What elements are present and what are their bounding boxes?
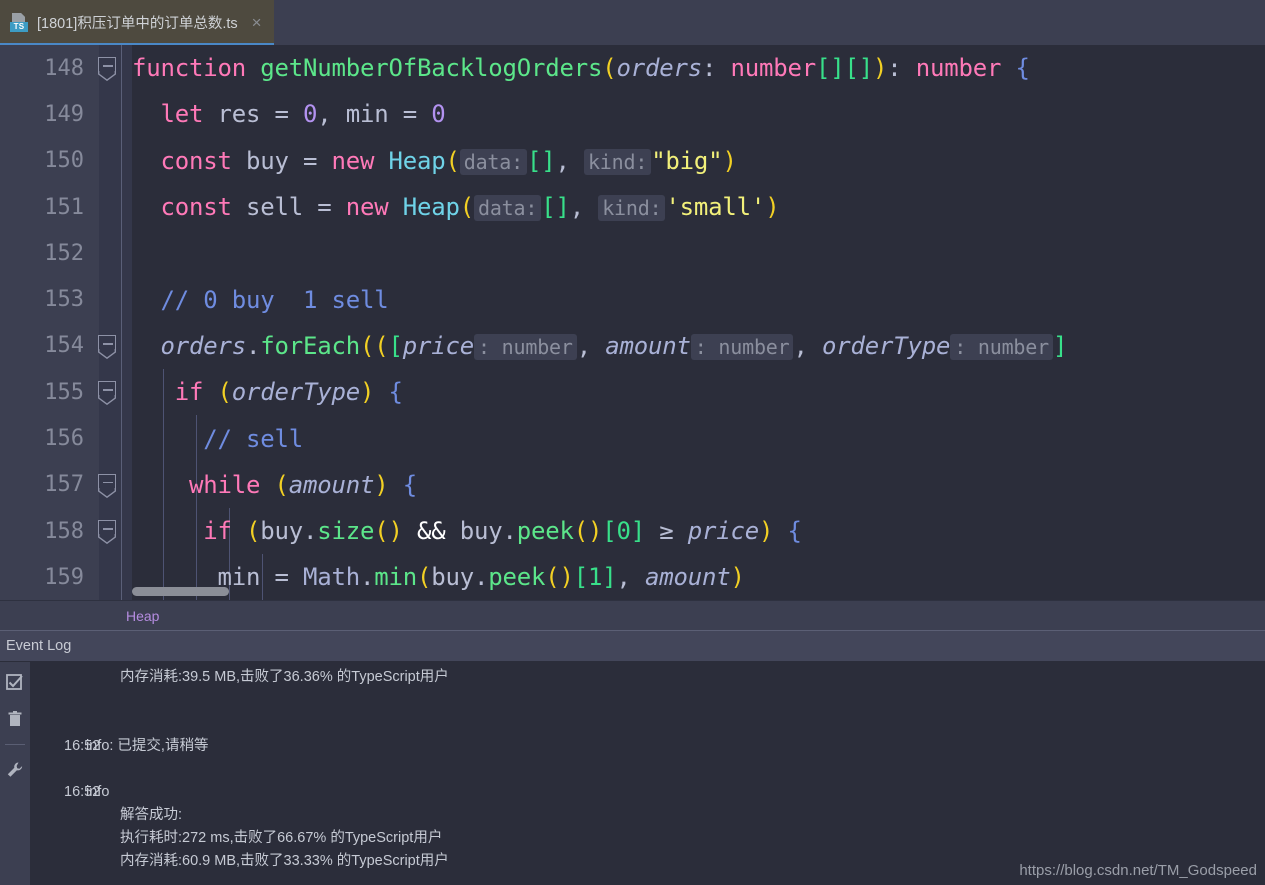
editor-tab-bar: TS [1801]积压订单中的订单总数.ts × bbox=[0, 0, 1265, 45]
code-text: const buy = new Heap(data: [], kind: "big"… bbox=[160, 146, 737, 175]
code-text: while (amount) { bbox=[189, 470, 417, 499]
breadcrumb-item-heap[interactable]: Heap bbox=[0, 608, 159, 624]
code-text: function getNumberOfBacklogOrders(orders… bbox=[132, 54, 1030, 83]
line-number: 155 bbox=[44, 379, 84, 405]
chevron-down-icon bbox=[98, 395, 116, 406]
line-number: 158 bbox=[44, 518, 84, 544]
code-text: // 0 buy 1 sell bbox=[132, 285, 389, 314]
fold-toggle-158[interactable] bbox=[84, 508, 132, 554]
code-text: if (orderType) { bbox=[174, 378, 403, 407]
fold-toggle-148[interactable] bbox=[84, 45, 132, 91]
code-editor[interactable]: 148 function getNumberOfBacklogOrders(or… bbox=[0, 45, 1265, 600]
code-text: let res = 0, min = 0 bbox=[160, 100, 446, 129]
code-line-157: 157 while (amount) { bbox=[0, 462, 1265, 508]
line-number: 157 bbox=[44, 472, 84, 498]
event-log-toolbar bbox=[0, 662, 30, 885]
line-number: 151 bbox=[44, 194, 84, 220]
inlay-hint-type: : number bbox=[690, 333, 794, 360]
code-text: min = Math.min(buy.peek()[1], amount) bbox=[217, 563, 745, 592]
editor-horizontal-scrollbar[interactable] bbox=[132, 587, 229, 596]
fold-toggle-154[interactable] bbox=[84, 323, 132, 369]
code-line-148: 148 function getNumberOfBacklogOrders(or… bbox=[0, 45, 1265, 91]
log-entry: 16:52 info: 已提交,请稍等 bbox=[30, 735, 1265, 758]
event-log-entries[interactable]: 内存消耗:39.5 MB,击败了36.36% 的TypeScript用户 16:… bbox=[30, 662, 1265, 885]
event-log-title: Event Log bbox=[6, 638, 72, 654]
inlay-hint-data: data: bbox=[459, 148, 527, 175]
code-line-152: 152 bbox=[0, 230, 1265, 276]
code-text: if (buy.size() && buy.peek()[0] ≥ price)… bbox=[203, 517, 802, 546]
clear-all-icon[interactable] bbox=[4, 708, 26, 730]
inlay-hint-type: : number bbox=[950, 333, 1053, 360]
fold-toggle-157[interactable] bbox=[84, 462, 132, 508]
mark-all-read-icon[interactable] bbox=[4, 672, 26, 694]
log-spacer bbox=[30, 758, 1265, 781]
code-line-150: 150 const buy = new Heap(data: [], kind: "… bbox=[0, 138, 1265, 184]
code-line-149: 149 let res = 0, min = 0 bbox=[0, 91, 1265, 137]
line-number: 152 bbox=[44, 240, 84, 266]
log-entry-text: 解答成功: bbox=[120, 807, 183, 823]
chevron-down-icon bbox=[98, 71, 116, 82]
line-number: 150 bbox=[44, 148, 84, 174]
breadcrumb: Heap bbox=[0, 600, 1265, 630]
log-entry-text: info bbox=[86, 784, 110, 800]
line-number: 154 bbox=[44, 333, 84, 359]
editor-tab-typescript-file[interactable]: TS [1801]积压订单中的订单总数.ts × bbox=[0, 0, 274, 45]
line-number: 156 bbox=[44, 426, 84, 452]
watermark: https://blog.csdn.net/TM_Godspeed bbox=[1019, 862, 1257, 879]
event-log-header[interactable]: Event Log bbox=[0, 630, 1265, 662]
settings-wrench-icon[interactable] bbox=[4, 759, 26, 781]
code-line-156: 156 // sell bbox=[0, 415, 1265, 461]
line-number: 148 bbox=[44, 55, 84, 81]
code-line-155: 155 if (orderType) { bbox=[0, 369, 1265, 415]
code-line-151: 151 const sell = new Heap(data: [], kind:… bbox=[0, 184, 1265, 230]
code-lines: 148 function getNumberOfBacklogOrders(or… bbox=[0, 45, 1265, 600]
chevron-down-icon bbox=[98, 534, 116, 545]
line-number: 153 bbox=[44, 287, 84, 313]
log-entry-time: 16:52 bbox=[64, 784, 101, 800]
fold-toggle-155[interactable] bbox=[84, 369, 132, 415]
editor-tab-title: [1801]积压订单中的订单总数.ts bbox=[37, 16, 238, 32]
code-line-153: 153 // 0 buy 1 sell bbox=[0, 276, 1265, 322]
event-log-panel: 内存消耗:39.5 MB,击败了36.36% 的TypeScript用户 16:… bbox=[0, 662, 1265, 885]
chevron-down-icon bbox=[98, 348, 116, 359]
log-entry-text: info: 已提交,请稍等 bbox=[86, 738, 209, 754]
inlay-hint-data: data: bbox=[474, 195, 542, 222]
log-entry-text: 执行耗时:272 ms,击败了66.67% 的TypeScript用户 bbox=[120, 830, 443, 846]
inlay-hint-type: : number bbox=[474, 333, 577, 360]
log-entry: 16:52 info bbox=[30, 781, 1265, 804]
close-icon[interactable]: × bbox=[246, 14, 262, 31]
code-text: // sell bbox=[132, 424, 303, 453]
line-number: 149 bbox=[44, 101, 84, 127]
log-spacer bbox=[30, 712, 1265, 735]
toolbar-divider bbox=[5, 744, 25, 745]
typescript-file-icon-badge: TS bbox=[10, 22, 28, 32]
inlay-hint-kind: kind: bbox=[583, 148, 652, 175]
code-text: orders.forEach(([price: number, amount: … bbox=[160, 331, 1068, 360]
ide-window: TS [1801]积压订单中的订单总数.ts × 148 function ge… bbox=[0, 0, 1265, 885]
log-entry-text: 内存消耗:39.5 MB,击败了36.36% 的TypeScript用户 bbox=[120, 669, 449, 685]
typescript-file-icon: TS bbox=[10, 13, 29, 32]
log-entry-time: 16:52 bbox=[64, 738, 101, 754]
log-spacer bbox=[30, 689, 1265, 712]
inlay-hint-kind: kind: bbox=[598, 195, 666, 222]
code-text: const sell = new Heap(data: [], kind:'sma… bbox=[160, 193, 780, 222]
code-line-154: 154 orders.forEach(([price: number, amou… bbox=[0, 323, 1265, 369]
chevron-down-icon bbox=[98, 487, 116, 498]
line-number: 159 bbox=[44, 564, 84, 590]
code-line-158: 158 if (buy.size() && buy.peek()[0] ≥ pr… bbox=[0, 508, 1265, 554]
